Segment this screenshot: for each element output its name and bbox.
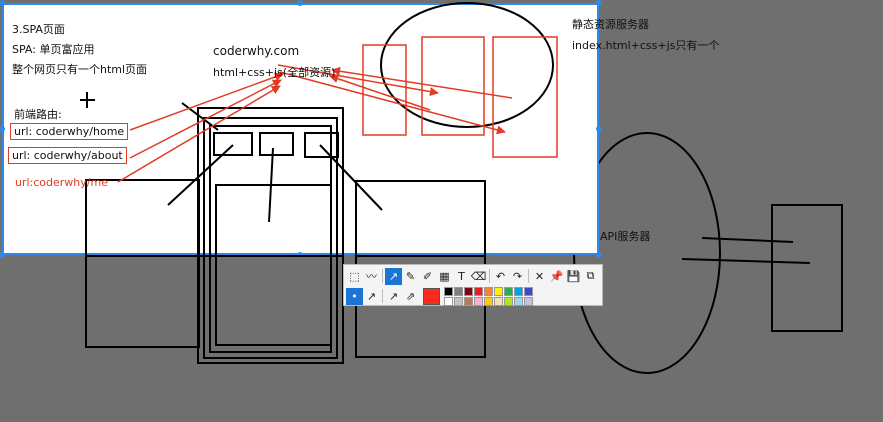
toolbar-row-options: • ↗ ↗ ⇗ [346, 286, 533, 306]
spa-description: 整个网页只有一个html页面 [12, 63, 148, 76]
color-swatch[interactable] [484, 286, 493, 296]
color-swatch[interactable] [484, 296, 493, 306]
eraser-tool[interactable]: ⌫ [470, 268, 487, 285]
url-home: url: coderwhy/home [10, 123, 129, 140]
color-swatch[interactable] [474, 296, 483, 306]
tab-box-1 [213, 132, 253, 156]
redo-tool[interactable]: ↷ [509, 268, 526, 285]
url-me: url:coderwhy/me [15, 176, 108, 189]
color-swatch[interactable] [454, 286, 463, 296]
color-swatch[interactable] [524, 296, 533, 306]
copy-tool[interactable]: ⧉ [582, 268, 599, 285]
save-tool[interactable]: 💾 [565, 268, 582, 285]
mosaic-tool[interactable]: ▦ [436, 268, 453, 285]
tab-box-3 [304, 132, 339, 158]
arrow-style-2[interactable]: ↗ [385, 288, 402, 305]
color-swatch[interactable] [454, 296, 463, 306]
static-server-desc: index.html+css+js只有一个 [572, 39, 720, 52]
toolbar-separator [382, 269, 383, 283]
pin-tool[interactable]: 📌 [548, 268, 565, 285]
tab-box-2 [259, 132, 294, 156]
toolbar-separator [528, 269, 529, 283]
annotation-toolbar: ⬚ 〰 ↗ ✎ ✐ ▦ T ⌫ ↶ ↷ ✕ 📌 💾 ⧉ • ↗ ↗ ⇗ [343, 264, 603, 306]
freehand-tool[interactable]: 〰 [363, 268, 380, 285]
color-palette [444, 286, 533, 306]
arrow-tool[interactable]: ↗ [385, 267, 402, 285]
color-swatch[interactable] [464, 296, 473, 306]
color-swatch[interactable] [494, 296, 503, 306]
rectangle-select-tool[interactable]: ⬚ [346, 268, 363, 285]
color-swatch[interactable] [464, 286, 473, 296]
pen-tool[interactable]: ✎ [402, 268, 419, 285]
static-server-ellipse [380, 2, 554, 128]
url-about: url: coderwhy/about [8, 147, 127, 164]
toolbar-separator [489, 269, 490, 283]
arrow-style-3[interactable]: ⇗ [402, 288, 419, 305]
toolbar-separator [382, 289, 383, 303]
current-color-swatch[interactable] [423, 287, 440, 305]
color-swatch[interactable] [494, 286, 503, 296]
color-swatch[interactable] [514, 296, 523, 306]
arrow-style-1[interactable]: ↗ [363, 288, 380, 305]
color-swatch[interactable] [444, 286, 453, 296]
page-content-box-top [215, 184, 332, 257]
dot-size-tool[interactable]: • [346, 287, 363, 305]
color-swatch[interactable] [444, 296, 453, 306]
color-swatch[interactable] [504, 296, 513, 306]
static-server-label: 静态资源服务器 [572, 18, 649, 31]
resources-label: html+css+js(全部资源) [213, 66, 336, 79]
color-swatch[interactable] [524, 286, 533, 296]
color-swatch[interactable] [514, 286, 523, 296]
toolbar-row-tools: ⬚ 〰 ↗ ✎ ✐ ▦ T ⌫ ↶ ↷ ✕ 📌 💾 ⧉ [346, 266, 599, 286]
marker-tool[interactable]: ✐ [419, 268, 436, 285]
close-tool[interactable]: ✕ [531, 268, 548, 285]
spa-title: 3.SPA页面 [12, 23, 65, 36]
color-swatch[interactable] [474, 286, 483, 296]
api-server-label: API服务器 [600, 230, 651, 243]
page-frame-right-top [355, 180, 486, 257]
domain-label: coderwhy.com [213, 44, 300, 58]
undo-tool[interactable]: ↶ [492, 268, 509, 285]
text-tool[interactable]: T [453, 268, 470, 285]
frontend-routing-label: 前端路由: [14, 108, 62, 121]
color-swatch[interactable] [504, 286, 513, 296]
spa-definition: SPA: 单页富应用 [12, 43, 95, 56]
